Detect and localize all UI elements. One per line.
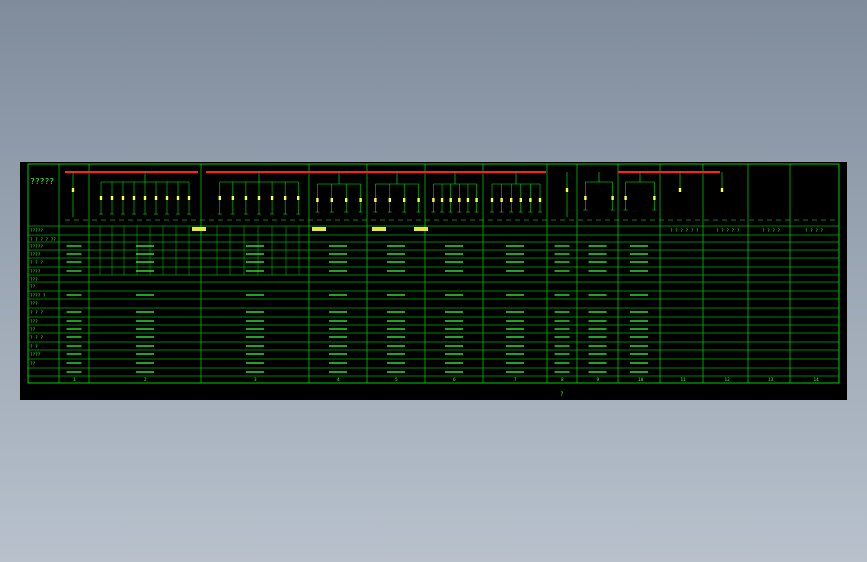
feeder-group: [583, 172, 615, 211]
feeder-group: [431, 172, 479, 213]
panel-number: 5: [395, 377, 398, 383]
breaker-symbol: [653, 196, 656, 200]
panel-number: 14: [814, 377, 820, 383]
breaker-symbol: [510, 198, 513, 202]
row-label: ? ? ?: [30, 260, 43, 266]
breaker-symbol: [490, 198, 494, 202]
breaker-symbol: [244, 196, 248, 200]
panel-number: 3: [254, 377, 257, 383]
drawing-caption: ?: [560, 391, 564, 398]
panel-header-label: ? ? ? ? ?: [716, 228, 740, 234]
breaker-symbol: [110, 196, 114, 200]
highlight-label: [192, 227, 206, 231]
breaker-symbol: [519, 198, 522, 202]
title-block-label: ?????: [30, 177, 54, 186]
breaker-symbol: [374, 198, 377, 202]
breaker-symbol: [143, 196, 147, 200]
breaker-symbol: [449, 198, 452, 202]
highlight-label: [312, 227, 326, 231]
panel-number: 11: [681, 377, 687, 383]
row-label: ??: [30, 284, 36, 290]
breaker-symbol: [417, 198, 420, 202]
feeder-group: [490, 172, 542, 213]
breaker-symbol: [257, 196, 261, 200]
panel-number: 7: [514, 377, 517, 383]
breaker-symbol: [187, 196, 191, 200]
row-label: ????: [30, 252, 41, 258]
breaker-symbol: [283, 196, 287, 200]
panel-number: 4: [337, 377, 340, 383]
breaker-symbol: [466, 198, 470, 202]
row-label: ???: [30, 319, 38, 325]
breaker-symbol: [440, 198, 444, 202]
breaker-symbol: [720, 188, 724, 192]
breaker-symbol: [388, 198, 391, 202]
breaker-symbol: [678, 188, 682, 192]
breaker-symbol: [165, 196, 169, 200]
breaker-symbol: [176, 196, 180, 200]
panel-header-label: ? ? ? ?: [805, 228, 824, 234]
circuit-diagram: [65, 171, 835, 231]
row-label: ????: [30, 269, 41, 275]
feeder-group: [623, 172, 657, 211]
row-label: ? ?: [30, 344, 38, 350]
row-label: ???: [30, 301, 38, 307]
panel-number: 8: [561, 377, 564, 383]
breaker-symbol: [584, 196, 587, 200]
highlight-label: [372, 227, 386, 231]
panel-header-label: ? ? ? ?: [762, 228, 781, 234]
breaker-symbol: [154, 196, 158, 200]
row-label: ?????: [30, 244, 43, 250]
row-label: ??: [30, 327, 36, 333]
row-label: ? ? ?: [30, 335, 43, 341]
row-label: ?????: [30, 228, 43, 234]
breaker-symbol: [132, 196, 136, 200]
breaker-symbol: [345, 198, 348, 202]
feeder-group: [315, 172, 363, 213]
panel-number: 2: [144, 377, 147, 383]
table-text: ????? ? ?????? ? ? ? ???????????? ? ????…: [30, 177, 824, 398]
breaker-symbol: [297, 196, 300, 200]
feeder-group: [99, 172, 191, 215]
breaker-symbol: [403, 198, 406, 202]
breaker-symbol: [565, 188, 569, 192]
breaker-symbol: [316, 198, 319, 202]
row-label: ???? ?: [30, 293, 46, 299]
panel-number: 12: [725, 377, 731, 383]
breaker-symbol: [624, 196, 627, 200]
breaker-symbol: [500, 198, 503, 202]
breaker-symbol: [330, 198, 333, 202]
cad-drawing-sheet[interactable]: ????? ? ?????? ? ? ? ???????????? ? ????…: [20, 162, 847, 400]
breaker-symbol: [432, 198, 435, 202]
panel-number: 6: [453, 377, 456, 383]
breaker-symbol: [218, 196, 221, 200]
panel-number: 10: [638, 377, 644, 383]
row-label: ???: [30, 277, 38, 283]
row-label: ? ? ? ? ??: [30, 237, 56, 243]
breaker-symbol: [529, 198, 532, 202]
feeder-group: [373, 172, 421, 213]
breaker-symbol: [121, 196, 125, 200]
panel-header-label: ? ? ? ? ? ?: [670, 228, 699, 234]
breaker-symbol: [475, 198, 478, 202]
breaker-symbol: [359, 198, 362, 202]
breaker-symbol: [231, 196, 235, 200]
breaker-symbol: [538, 198, 542, 202]
feeder-group: [217, 172, 301, 215]
breaker-symbol: [270, 196, 274, 200]
switchgear-schematic: ????? ? ?????? ? ? ? ???????????? ? ????…: [27, 163, 840, 398]
row-label: ? ? ?: [30, 310, 43, 316]
panel-number: 1: [73, 377, 76, 383]
highlight-label: [414, 227, 428, 231]
panel-number: 9: [597, 377, 600, 383]
breaker-symbol: [71, 188, 75, 192]
breaker-symbol: [611, 196, 614, 200]
row-label: ????: [30, 352, 41, 358]
breaker-symbol: [458, 198, 461, 202]
breaker-symbol: [99, 196, 103, 200]
row-label: ??: [30, 361, 36, 367]
panel-number: 13: [768, 377, 774, 383]
